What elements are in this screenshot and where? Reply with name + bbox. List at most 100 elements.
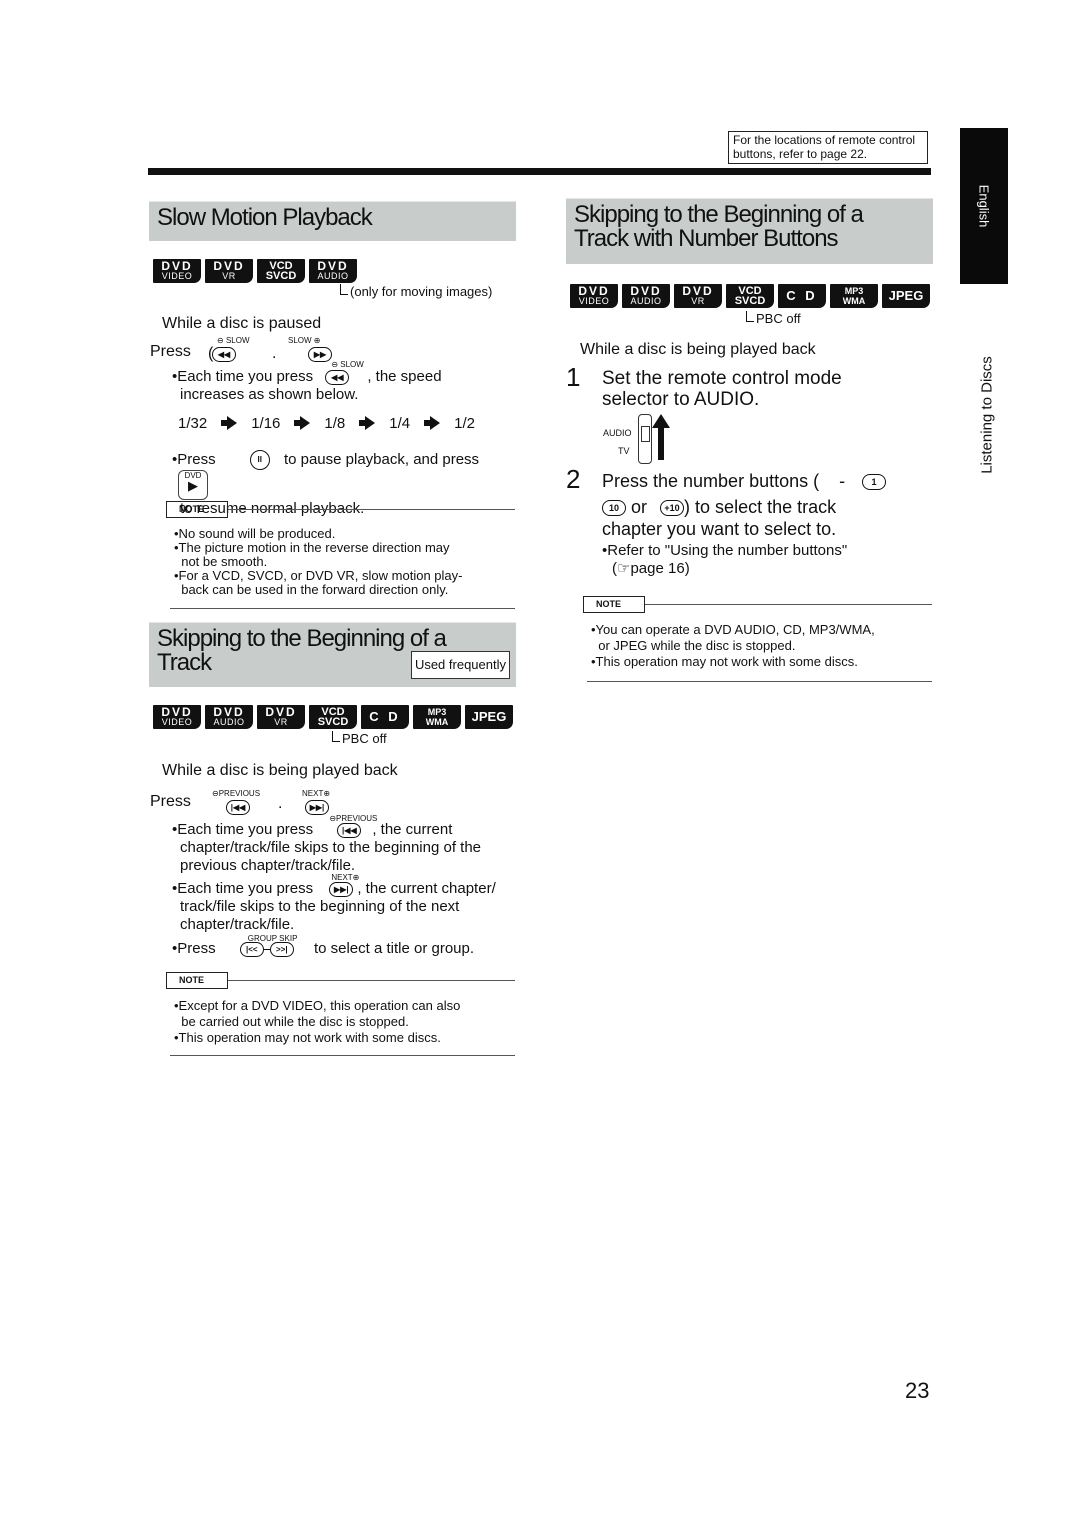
switch-tv-label: TV [618,446,630,456]
badge-jpeg: JPEG [465,705,513,729]
previous-icon: |◀◀ [337,822,362,838]
step-1-text: Set the remote control mode selector to … [602,368,842,410]
number-skip-title-line2: Track with Number Buttons [574,225,839,252]
slow-forward-button[interactable]: ▶▶ [308,347,332,362]
step-1-number: 1 [566,362,581,392]
slow-reverse-button[interactable]: ◀◀ [212,347,236,362]
badge-dvd-audio: DVD AUDIO [622,284,670,308]
language-tab-label: English [976,184,992,228]
badge-dvd-vr: DVD VR [674,284,722,308]
note-label: NOTE [166,501,228,518]
note-label: NOTE [166,972,228,989]
arrow-right-icon [424,414,441,432]
side-label: Listening to Discs [972,356,1002,474]
badge-jpeg: JPEG [882,284,930,308]
group-skip-forward-button[interactable]: >>| [269,941,294,957]
note-divider [228,980,515,981]
arrow-up-icon [652,414,670,460]
badge-dvd-video: DVD VIDEO [153,705,201,729]
switch-knob [641,426,650,442]
speed-step: 1/16 [251,414,281,432]
slow-motion-notes: •No sound will be produced. •The picture … [174,526,463,597]
pause-button[interactable]: II [249,450,270,470]
number-plus10-button[interactable]: +10 [660,500,685,517]
number-10-button[interactable]: 10 [602,500,626,517]
slow-motion-bullet-1: •Each time you press ⊖ SLOW ◀◀ , the spe… [172,360,442,403]
badge-dvd-audio: DVD AUDIO [309,259,357,283]
badge-dvd-vr: DVD VR [257,705,305,729]
slow-motion-title: Slow Motion Playback [157,204,373,231]
group-skip-back-button[interactable]: |<< [239,941,264,957]
next-icon: ▶▶| [329,881,354,897]
section-divider [170,1055,515,1056]
section-divider [587,681,932,682]
skip-track-heading: Skipping to the Beginning of a Track Use… [149,622,516,687]
slow-motion-heading: Slow Motion Playback [149,201,516,241]
dvd-play-button[interactable]: DVD ▶ [178,470,208,500]
number-skip-condition: While a disc is being played back [580,341,816,358]
skip-track-badge-note: PBC off [332,731,387,746]
badge-vcd-svcd: VCD SVCD [726,284,774,308]
reference-note: For the locations of remote control butt… [728,131,928,164]
badge-vcd-svcd: VCD SVCD [257,259,305,283]
speed-step: 1/4 [389,414,411,432]
badge-cd: C D [778,284,826,308]
language-tab: English [960,128,1008,284]
switch-audio-label: AUDIO [603,428,632,438]
number-skip-badge-note: PBC off [746,311,801,326]
arrow-right-icon [359,414,376,432]
slow-motion-press-row: Press ⊖ SLOW ( ◀◀ . SLOW ⊕ ▶▶ [150,336,350,364]
slow-plus-label: SLOW ⊕ [288,336,321,345]
previous-label: ⊖PREVIOUS [212,789,261,798]
number-skip-notes: •You can operate a DVD AUDIO, CD, MP3/WM… [591,622,875,669]
step-2-number: 2 [566,464,581,494]
previous-button[interactable]: |◀◀ [226,800,250,815]
skip-track-title-line1: Skipping to the Beginning of a [157,625,447,652]
next-label: NEXT⊕ [302,789,331,798]
number-1-button[interactable]: 1 [862,474,886,490]
slow-motion-badges: DVD VIDEO DVD VR VCD SVCD DVD AUDIO [153,259,357,283]
note-label: NOTE [583,596,645,613]
slow-reverse-icon: ◀◀ [325,369,350,385]
skip-track-press-row: Press ⊖PREVIOUS |◀◀ . NEXT⊕ ▶▶| [150,789,370,816]
page-reference-link[interactable]: page 16 [630,560,684,577]
next-button[interactable]: ▶▶| [305,800,329,815]
speed-step: 1/8 [324,414,346,432]
badge-mp3-wma: MP3 WMA [830,284,878,308]
arrow-right-icon [221,414,238,432]
note-divider [228,509,515,510]
number-skip-bullet: •Refer to "Using the number buttons" (☞p… [602,542,848,577]
badge-mp3-wma: MP3 WMA [413,705,461,729]
section-divider [170,608,515,609]
badge-cd: C D [361,705,409,729]
number-skip-badges: DVD VIDEO DVD AUDIO DVD VR VCD SVCD C D MP3 W… [570,284,930,308]
skip-track-bullet-1: •Each time you press ⊖PREVIOUS |◀◀ , the… [172,814,482,874]
pointing-hand-icon: ☞ [617,560,631,577]
slow-motion-condition: While a disc is paused [162,315,322,332]
note-divider [645,604,932,605]
badge-vcd-svcd: VCD SVCD [309,705,357,729]
badge-dvd-vr: DVD VR [205,259,253,283]
skip-track-bullet-3: •Press GROUP SKIP |<< >>| to select a tit… [172,934,475,957]
badge-dvd-video: DVD VIDEO [570,284,618,308]
number-skip-heading: Skipping to the Beginning of a Track wit… [566,198,933,264]
number-skip-title-line1: Skipping to the Beginning of a [574,201,864,228]
mode-selector-switch[interactable]: AUDIO TV [602,412,682,464]
skip-track-badges: DVD VIDEO DVD AUDIO DVD VR VCD SVCD C D MP3 W… [153,705,513,729]
side-label-text: Listening to Discs [978,356,996,474]
top-rule [148,168,931,175]
skip-track-notes: •Except for a DVD VIDEO, this operation … [174,998,461,1045]
arrow-right-icon [294,414,311,432]
page-number: 23 [905,1378,930,1403]
speed-sequence: 1/32 1/16 1/8 1/4 1/2 [178,414,475,432]
slow-motion-badge-note: (only for moving images) [340,284,492,299]
speed-step: 1/2 [454,414,475,432]
skip-track-bullet-2: •Each time you press NEXT⊕ ▶▶| , the cur… [172,873,496,933]
badge-dvd-audio: DVD AUDIO [205,705,253,729]
step-2-text: Press the number buttons (-1 10 or +10) … [602,470,932,540]
speed-step: 1/32 [178,414,208,432]
skip-track-condition: While a disc is being played back [162,762,398,779]
badge-dvd-video: DVD VIDEO [153,259,201,283]
used-frequently-tag: Used frequently [410,651,510,679]
slow-minus-label: ⊖ SLOW [217,336,250,345]
